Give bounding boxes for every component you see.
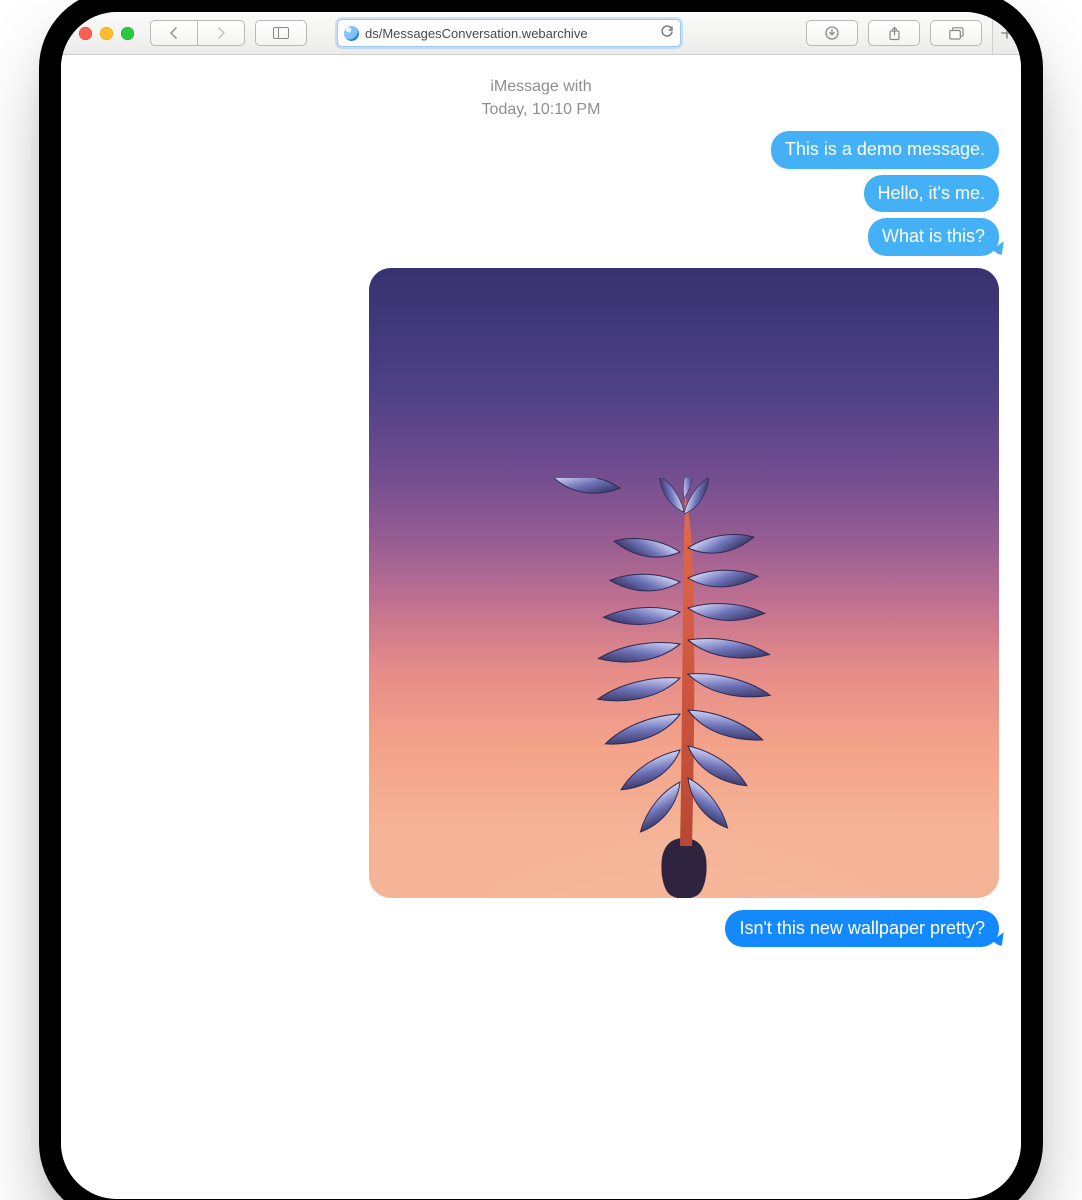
received-bubble[interactable]: Hello, it's me. — [864, 175, 999, 212]
attachment-row — [83, 268, 999, 898]
plant-icon — [554, 478, 814, 898]
received-bubble[interactable]: What is this? — [868, 218, 999, 255]
tabs-overview-button[interactable] — [930, 20, 982, 46]
message-thread: This is a demo message. Hello, it's me. … — [83, 131, 999, 947]
header-line-1: iMessage with — [490, 78, 591, 95]
share-button[interactable] — [868, 20, 920, 46]
outgoing-bubble[interactable]: Isn't this new wallpaper pretty? — [725, 910, 999, 947]
minimize-window-button[interactable] — [100, 27, 113, 40]
reload-icon[interactable] — [660, 25, 674, 42]
conversation-header: iMessage with Today, 10:10 PM — [83, 75, 999, 121]
message-row: Isn't this new wallpaper pretty? — [83, 910, 999, 947]
forward-button[interactable] — [198, 20, 245, 46]
new-tab-button[interactable] — [992, 12, 1021, 54]
close-window-button[interactable] — [79, 27, 92, 40]
globe-icon — [344, 26, 359, 41]
attachment-image[interactable] — [369, 268, 999, 898]
message-row: Hello, it's me. — [83, 175, 999, 212]
conversation-page: iMessage with Today, 10:10 PM This is a … — [61, 55, 1021, 1199]
downloads-button[interactable] — [806, 20, 858, 46]
message-row: What is this? — [83, 218, 999, 255]
safari-window: ds/MessagesConversation.webarchive — [61, 12, 1021, 1199]
browser-toolbar: ds/MessagesConversation.webarchive — [61, 12, 1021, 55]
header-timestamp: Today, 10:10 PM — [83, 98, 999, 121]
window-controls — [79, 27, 134, 40]
received-bubble[interactable]: This is a demo message. — [771, 131, 999, 168]
address-bar[interactable]: ds/MessagesConversation.webarchive — [337, 19, 681, 47]
zoom-window-button[interactable] — [121, 27, 134, 40]
sidebar-button[interactable] — [255, 20, 307, 46]
message-row: This is a demo message. — [83, 131, 999, 168]
back-button[interactable] — [150, 20, 198, 46]
nav-back-forward — [150, 20, 245, 46]
address-text: ds/MessagesConversation.webarchive — [365, 26, 654, 41]
